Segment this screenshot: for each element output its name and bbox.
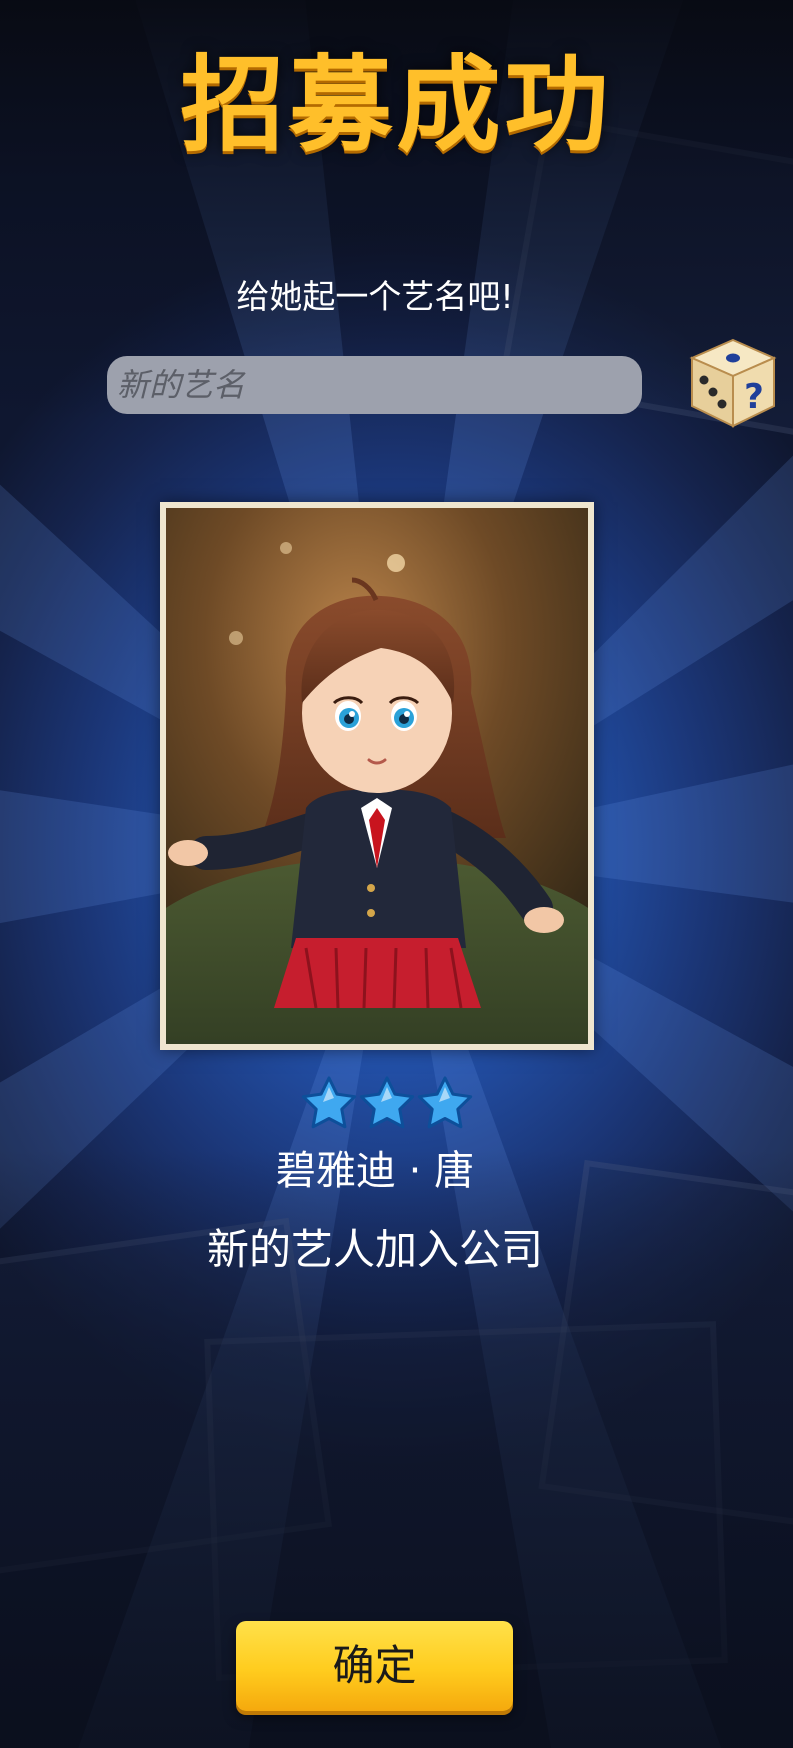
star-rating [301,1076,473,1129]
artist-name-input[interactable] [107,356,642,414]
star-icon [301,1076,357,1129]
page-title: 招募成功 [180,44,613,166]
svg-text:?: ? [744,377,764,417]
star-icon [359,1076,415,1129]
artist-name: 碧雅迪 · 唐 [275,1148,475,1194]
artist-portrait-card [160,502,594,1050]
random-name-button[interactable]: ? [688,336,778,430]
star-icon [417,1076,473,1129]
confirm-button-label: 确定 [332,1641,417,1690]
recruit-success-screen: 招募成功 给她起一个艺名吧! ? [0,0,793,1748]
naming-prompt: 给她起一个艺名吧! [236,277,514,316]
confirm-button[interactable]: 确定 [236,1621,513,1711]
dice-question-icon: ? [689,338,777,428]
artist-portrait [166,508,588,1044]
join-message: 新的艺人加入公司 [206,1225,543,1274]
